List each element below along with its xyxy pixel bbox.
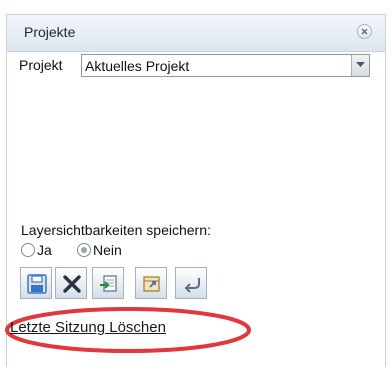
- panel-header: Projekte: [7, 15, 385, 52]
- delete-icon: [63, 275, 81, 293]
- undo-button[interactable]: [175, 267, 207, 299]
- radio-ja[interactable]: [21, 243, 35, 257]
- save-icon: [27, 274, 47, 294]
- select-dropdown-button[interactable]: [351, 55, 369, 76]
- close-icon: [361, 28, 368, 35]
- import-icon: [100, 275, 117, 292]
- close-button[interactable]: [357, 24, 372, 39]
- project-select-value: Aktuelles Projekt: [85, 58, 190, 74]
- project-select[interactable]: Aktuelles Projekt: [81, 54, 370, 77]
- layer-visibility-label: Layersichtbarkeiten speichern:: [21, 222, 211, 238]
- import-button[interactable]: [92, 267, 124, 299]
- undo-icon: [184, 278, 200, 293]
- delete-button[interactable]: [55, 267, 87, 299]
- delete-last-session-link[interactable]: Letzte Sitzung Löschen: [10, 319, 166, 336]
- radio-ja-label[interactable]: Ja: [37, 242, 52, 258]
- save-button[interactable]: [20, 267, 52, 299]
- chevron-down-icon: [356, 62, 365, 67]
- project-label: Projekt: [19, 57, 63, 73]
- radio-nein[interactable]: [77, 243, 91, 257]
- radio-nein-label[interactable]: Nein: [93, 242, 122, 258]
- radio-selected-dot: [81, 247, 87, 253]
- panel-title: Projekte: [24, 24, 76, 40]
- export-button[interactable]: [135, 267, 167, 299]
- export-icon: [143, 276, 160, 292]
